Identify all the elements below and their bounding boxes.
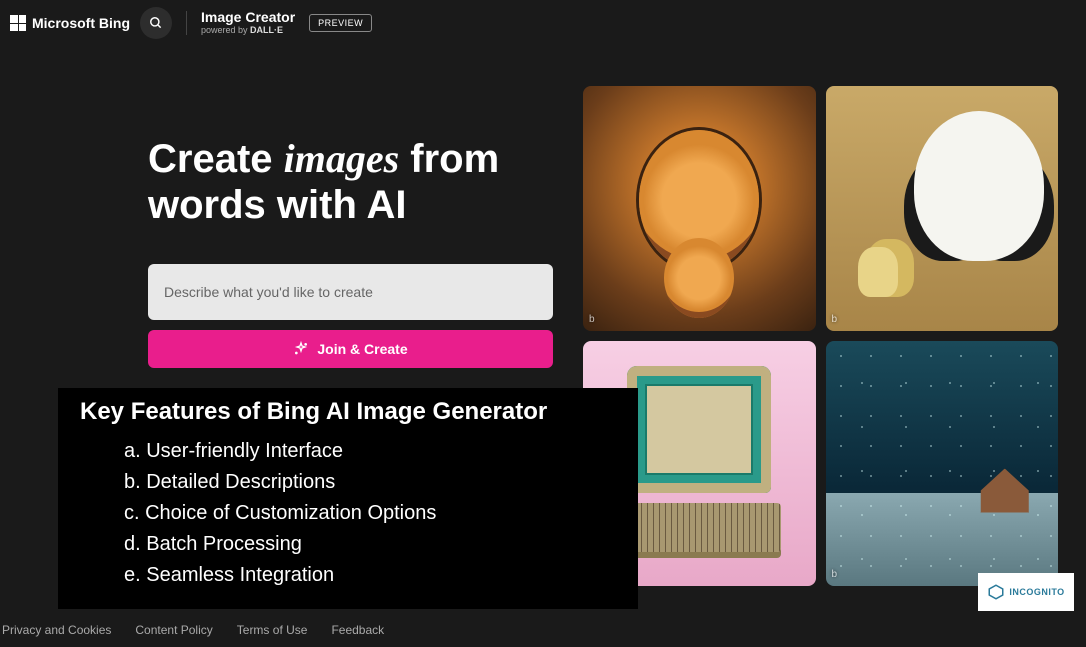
incognito-icon — [987, 583, 1005, 601]
product-subtitle: powered by DALL·E — [201, 26, 295, 36]
sample-image-winter[interactable]: b — [826, 341, 1059, 586]
prompt-input[interactable] — [148, 264, 553, 320]
tile-badge: b — [832, 569, 838, 580]
search-button[interactable] — [140, 7, 172, 39]
footer-link-feedback[interactable]: Feedback — [331, 623, 384, 637]
brand-text: Microsoft Bing — [32, 15, 130, 31]
features-list: a. User-friendly Interface b. Detailed D… — [80, 436, 616, 591]
features-title: Key Features of Bing AI Image Generator — [80, 398, 616, 426]
cta-label: Join & Create — [317, 341, 407, 357]
feature-item: a. User-friendly Interface — [124, 436, 616, 467]
product-brand[interactable]: Image Creator powered by DALL·E — [201, 10, 295, 35]
sample-image-tiger[interactable]: b — [583, 86, 816, 331]
microsoft-icon — [10, 15, 26, 31]
preview-badge: PREVIEW — [309, 14, 372, 32]
footer-link-terms[interactable]: Terms of Use — [237, 623, 308, 637]
sparkle-icon — [293, 341, 309, 357]
hero-heading: Create images from words with AI — [148, 136, 553, 228]
sample-gallery: b b b b — [583, 86, 1058, 586]
microsoft-bing-logo[interactable]: Microsoft Bing — [10, 15, 130, 31]
feature-item: e. Seamless Integration — [124, 560, 616, 591]
product-title: Image Creator — [201, 10, 295, 25]
incognito-watermark: INCOGNITO — [978, 573, 1074, 611]
header-divider — [186, 11, 187, 35]
tile-badge: b — [832, 314, 838, 325]
tile-badge: b — [589, 314, 595, 325]
header: Microsoft Bing Image Creator powered by … — [0, 0, 1086, 46]
footer-link-content-policy[interactable]: Content Policy — [135, 623, 212, 637]
feature-item: b. Detailed Descriptions — [124, 467, 616, 498]
footer-link-privacy[interactable]: Privacy and Cookies — [2, 623, 111, 637]
watermark-text: INCOGNITO — [1009, 587, 1064, 597]
feature-item: d. Batch Processing — [124, 529, 616, 560]
join-create-button[interactable]: Join & Create — [148, 330, 553, 368]
sample-image-panda[interactable]: b — [826, 86, 1059, 331]
features-overlay: Key Features of Bing AI Image Generator … — [58, 388, 638, 609]
footer: Privacy and Cookies Content Policy Terms… — [0, 613, 386, 647]
search-icon — [149, 16, 163, 30]
feature-item: c. Choice of Customization Options — [124, 498, 616, 529]
